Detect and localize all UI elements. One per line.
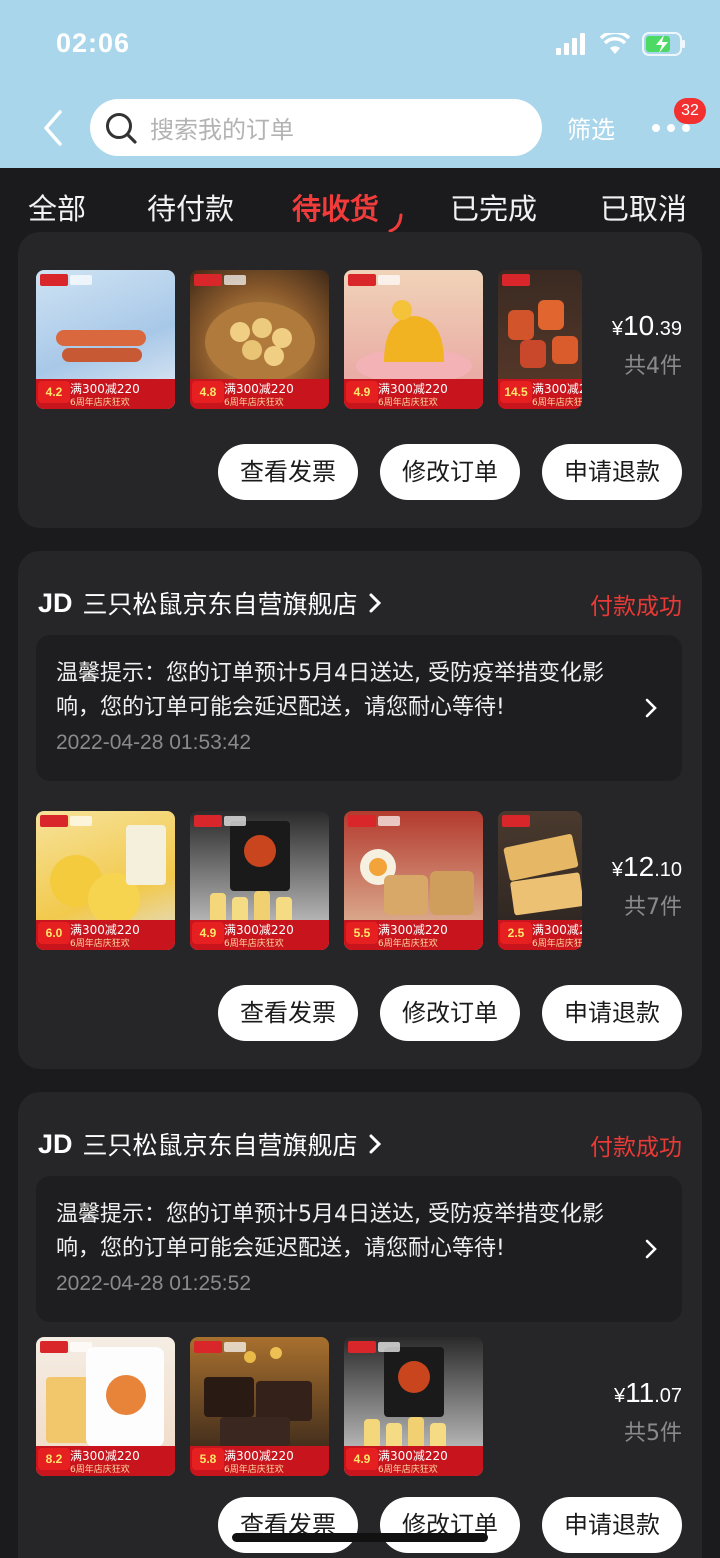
order-card: 4.2 满300减220 6周年店庆狂欢 4.8 满300减220 6周年店庆狂… <box>18 232 702 528</box>
modify-order-button[interactable]: 修改订单 <box>380 1497 520 1553</box>
modify-order-button[interactable]: 修改订单 <box>380 444 520 500</box>
item-count: 共5件 <box>624 1421 682 1446</box>
top-header: 02:06 搜索我的订单 筛选 32 <box>0 0 720 168</box>
tab-pending-receipt[interactable]: 待收货 <box>292 186 379 228</box>
request-refund-button[interactable]: 申请退款 <box>542 1497 682 1553</box>
chevron-right-icon <box>369 593 381 613</box>
active-tab-indicator <box>388 213 403 233</box>
order-status: 付款成功 <box>590 1135 682 1161</box>
product-thumbnail[interactable]: 4.9 满300减220 6周年店庆狂欢 <box>344 270 483 409</box>
tab-completed[interactable]: 已完成 <box>450 186 537 228</box>
order-actions: 查看发票 修改订单 申请退款 <box>218 444 682 500</box>
view-invoice-button[interactable]: 查看发票 <box>218 1497 358 1553</box>
product-thumbnail[interactable]: 2.5 满300减22 6周年店庆狂欢 <box>498 811 582 950</box>
shop-link[interactable]: JD 三只松鼠京东自营旗舰店 <box>38 585 382 621</box>
price-amount: ¥12.10 <box>611 851 682 882</box>
product-thumbnail[interactable]: 5.5 满300减220 6周年店庆狂欢 <box>344 811 483 950</box>
order-actions: 查看发票 修改订单 申请退款 <box>218 985 682 1041</box>
product-list[interactable]: 6.0 满300减220 6周年店庆狂欢 4.9 满300减220 6周年店庆狂… <box>36 811 582 950</box>
order-price: ¥11.07 共5件 <box>614 1377 682 1447</box>
battery-charging-icon <box>642 32 685 56</box>
order-card: JD 三只松鼠京东自营旗舰店 付款成功 温馨提示：您的订单预计5月4日送达, 受… <box>18 1092 702 1558</box>
product-thumbnail[interactable]: 14.5 满300减22 6周年店庆狂欢 <box>498 270 582 409</box>
request-refund-button[interactable]: 申请退款 <box>542 444 682 500</box>
notification-badge: 32 <box>674 98 706 124</box>
jd-logo: JD <box>38 1128 73 1159</box>
search-input[interactable]: 搜索我的订单 <box>90 99 542 156</box>
modify-order-button[interactable]: 修改订单 <box>380 985 520 1041</box>
product-list[interactable]: 8.2 满300减220 6周年店庆狂欢 5.8 满300减220 6周年店庆狂… <box>36 1337 483 1476</box>
product-thumbnail[interactable]: 4.2 满300减220 6周年店庆狂欢 <box>36 270 175 409</box>
order-time: 2022-04-28 01:25:52 <box>56 1272 251 1295</box>
jd-logo: JD <box>38 587 73 618</box>
order-time: 2022-04-28 01:53:42 <box>56 731 251 754</box>
shop-link[interactable]: JD 三只松鼠京东自营旗舰店 <box>38 1126 382 1162</box>
tab-all[interactable]: 全部 <box>28 186 86 228</box>
filter-button[interactable]: 筛选 <box>567 110 615 145</box>
order-card: JD 三只松鼠京东自营旗舰店 付款成功 温馨提示：您的订单预计5月4日送达, 受… <box>18 551 702 1069</box>
view-invoice-button[interactable]: 查看发票 <box>218 985 358 1041</box>
order-tabs: 全部 待付款 待收货 已完成 已取消 <box>0 168 720 242</box>
view-invoice-button[interactable]: 查看发票 <box>218 444 358 500</box>
product-thumbnail[interactable]: 4.8 满300减220 6周年店庆狂欢 <box>190 270 329 409</box>
back-icon[interactable] <box>38 108 68 148</box>
order-status: 付款成功 <box>590 594 682 620</box>
status-time: 02:06 <box>56 28 131 58</box>
price-amount: ¥11.07 <box>613 1377 682 1408</box>
product-thumbnail[interactable]: 5.8 满300减220 6周年店庆狂欢 <box>190 1337 329 1476</box>
order-actions: 查看发票 修改订单 申请退款 <box>218 1497 682 1553</box>
request-refund-button[interactable]: 申请退款 <box>542 985 682 1041</box>
shop-name: 三只松鼠京东自营旗舰店 <box>82 590 358 619</box>
tab-cancelled[interactable]: 已取消 <box>600 186 687 228</box>
price-amount: ¥10.39 <box>611 310 682 341</box>
status-icons <box>556 32 686 56</box>
product-thumbnail[interactable]: 8.2 满300减220 6周年店庆狂欢 <box>36 1337 175 1476</box>
search-placeholder: 搜索我的订单 <box>150 116 294 144</box>
delivery-notice[interactable]: 温馨提示：您的订单预计5月4日送达, 受防疫举措变化影响，您的订单可能会延迟配送… <box>36 1176 682 1322</box>
chevron-right-icon <box>645 1239 657 1259</box>
order-price: ¥12.10 共7件 <box>612 851 682 921</box>
more-icon[interactable] <box>652 124 690 132</box>
notice-text: 温馨提示：您的订单预计5月4日送达, 受防疫举措变化影响，您的订单可能会延迟配送… <box>56 1202 604 1261</box>
delivery-notice[interactable]: 温馨提示：您的订单预计5月4日送达, 受防疫举措变化影响，您的订单可能会延迟配送… <box>36 635 682 781</box>
signal-icon <box>556 33 585 55</box>
tab-pending-payment[interactable]: 待付款 <box>147 186 234 228</box>
chevron-right-icon <box>369 1134 381 1154</box>
wifi-icon <box>600 33 630 54</box>
product-thumbnail[interactable]: 4.9 满300减220 6周年店庆狂欢 <box>190 811 329 950</box>
item-count: 共7件 <box>624 895 682 920</box>
shop-name: 三只松鼠京东自营旗舰店 <box>82 1131 358 1160</box>
notice-text: 温馨提示：您的订单预计5月4日送达, 受防疫举措变化影响，您的订单可能会延迟配送… <box>56 661 604 720</box>
product-thumbnail[interactable]: 6.0 满300减220 6周年店庆狂欢 <box>36 811 175 950</box>
order-price: ¥10.39 共4件 <box>612 310 682 380</box>
home-indicator[interactable] <box>232 1533 488 1542</box>
item-count: 共4件 <box>624 354 682 379</box>
chevron-right-icon <box>645 698 657 718</box>
search-icon <box>106 112 137 144</box>
product-thumbnail[interactable]: 4.9 满300减220 6周年店庆狂欢 <box>344 1337 483 1476</box>
product-list[interactable]: 4.2 满300减220 6周年店庆狂欢 4.8 满300减220 6周年店庆狂… <box>36 270 582 409</box>
